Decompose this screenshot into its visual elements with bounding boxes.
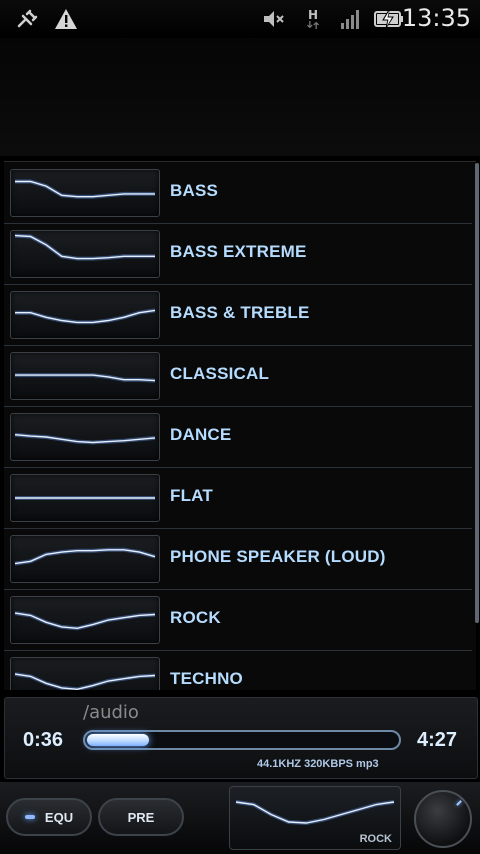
player-panel: /audio 0:36 4:27 44.1KHZ 320KBPS mp3 bbox=[4, 697, 478, 779]
preset-label: BASS & TREBLE bbox=[170, 303, 310, 322]
preset-label: PHONE SPEAKER (LOUD) bbox=[170, 547, 386, 566]
preset-row[interactable]: BASS & TREBLE bbox=[4, 284, 472, 346]
duration-time: 4:27 bbox=[417, 729, 458, 751]
pre-label: PRE bbox=[127, 809, 155, 825]
usb-debug-icon bbox=[14, 9, 40, 29]
equ-label: EQU bbox=[44, 809, 74, 825]
bottom-controls: EQU PRE ROCK bbox=[0, 782, 480, 854]
mute-icon bbox=[262, 9, 286, 29]
battery-charging-icon bbox=[374, 9, 404, 29]
current-preset-display[interactable]: ROCK bbox=[229, 786, 401, 850]
preset-curve-thumbnail bbox=[10, 657, 160, 690]
network-h-icon: H bbox=[303, 9, 323, 29]
preset-curve-thumbnail bbox=[10, 413, 160, 461]
preset-row[interactable]: PHONE SPEAKER (LOUD) bbox=[4, 528, 472, 590]
preset-curve-thumbnail bbox=[10, 352, 160, 400]
warning-icon bbox=[53, 9, 79, 29]
preset-row[interactable]: BASS EXTREME bbox=[4, 223, 472, 285]
preset-curve-thumbnail bbox=[10, 596, 160, 644]
preset-label: CLASSICAL bbox=[170, 364, 270, 383]
preset-row[interactable]: ROCK bbox=[4, 589, 472, 651]
header-area bbox=[0, 38, 480, 156]
preset-row[interactable]: TECHNO bbox=[4, 650, 472, 690]
preset-label: FLAT bbox=[170, 486, 213, 505]
clock: 13:35 bbox=[401, 4, 471, 32]
preset-curve-thumbnail bbox=[10, 474, 160, 522]
preset-curve-thumbnail bbox=[10, 535, 160, 583]
preset-curve-thumbnail bbox=[10, 169, 160, 217]
preset-label: ROCK bbox=[170, 608, 221, 627]
preset-label: BASS bbox=[170, 181, 219, 200]
signal-icon bbox=[338, 9, 362, 29]
status-bar: H 13:35 bbox=[0, 0, 480, 38]
track-meta: 44.1KHZ 320KBPS mp3 bbox=[257, 758, 379, 770]
preset-row[interactable]: DANCE bbox=[4, 406, 472, 468]
folder-path: /audio bbox=[83, 702, 139, 723]
preset-row[interactable]: BASS bbox=[4, 162, 472, 224]
preset-label: DANCE bbox=[170, 425, 232, 444]
current-preset-name: ROCK bbox=[359, 833, 392, 845]
elapsed-time: 0:36 bbox=[23, 729, 64, 751]
preset-curve-thumbnail bbox=[10, 291, 160, 339]
progress-fill bbox=[87, 734, 149, 746]
preset-list[interactable]: BASS BASS EXTREME BASS & TREBLE CLASSICAL DA… bbox=[4, 161, 476, 690]
preset-label: TECHNO bbox=[170, 669, 243, 688]
equ-button[interactable]: EQU bbox=[6, 798, 92, 836]
pre-button[interactable]: PRE bbox=[98, 798, 184, 836]
progress-bar[interactable] bbox=[83, 730, 401, 750]
network-type-label: H bbox=[307, 8, 319, 22]
preset-row[interactable]: FLAT bbox=[4, 467, 472, 529]
equ-led-icon bbox=[24, 815, 35, 819]
preset-label: BASS EXTREME bbox=[170, 242, 307, 261]
preset-curve-thumbnail bbox=[10, 230, 160, 278]
preset-row[interactable]: CLASSICAL bbox=[4, 345, 472, 407]
volume-knob[interactable] bbox=[414, 790, 472, 848]
knob-indicator-icon bbox=[456, 800, 462, 806]
list-scrollbar[interactable] bbox=[475, 163, 479, 623]
